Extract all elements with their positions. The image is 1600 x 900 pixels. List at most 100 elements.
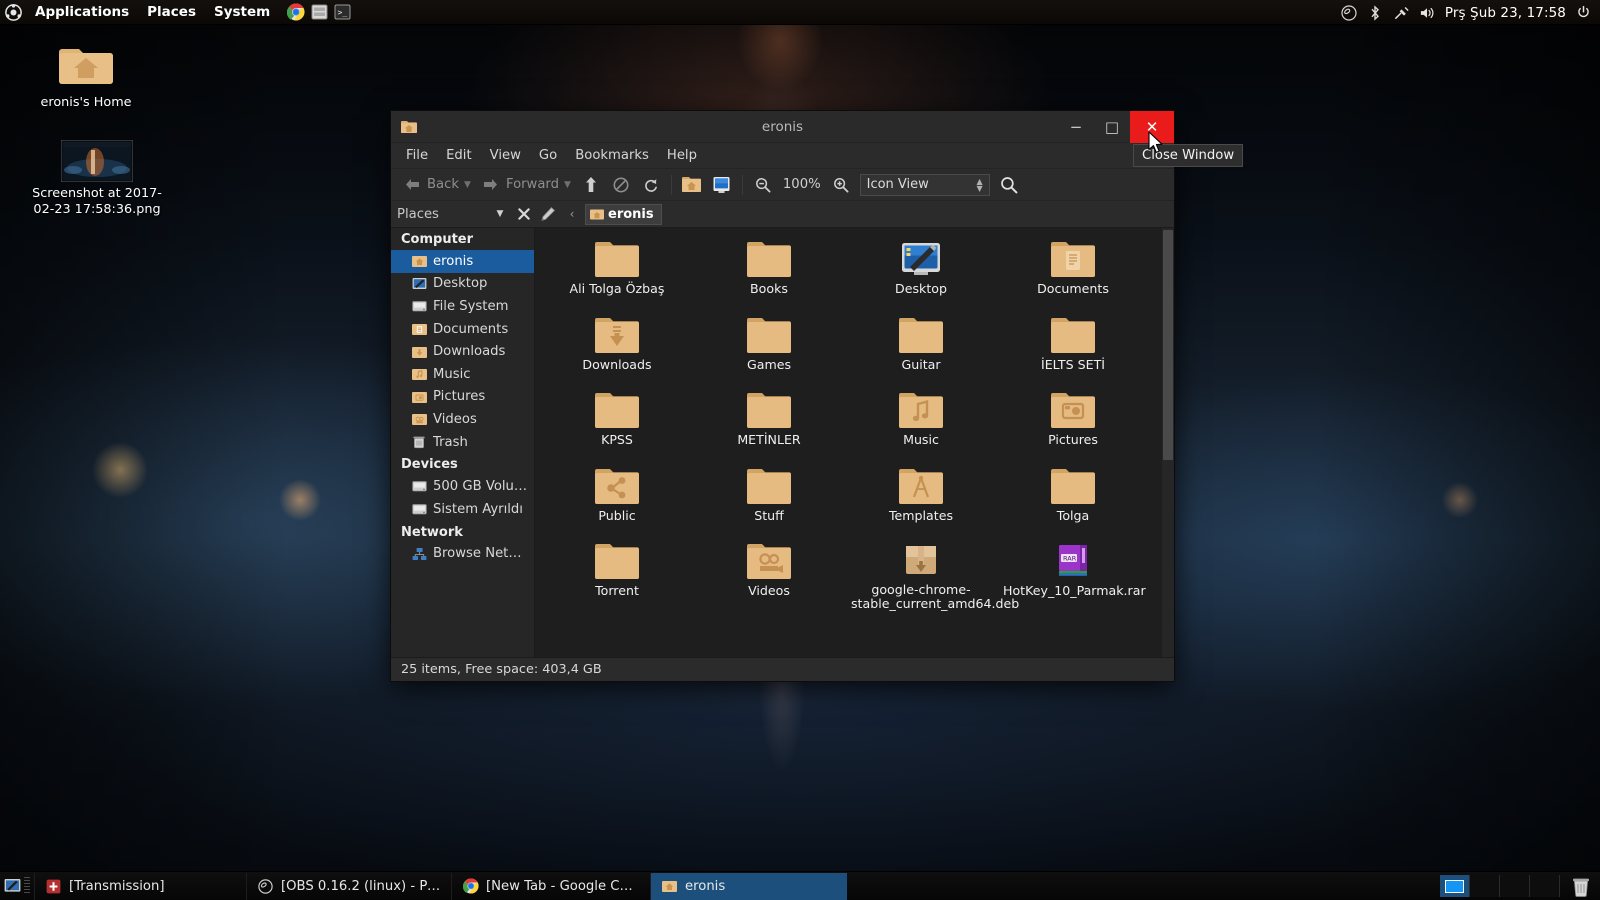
file-item[interactable]: Videos xyxy=(693,536,845,612)
sidebar-item-file-system[interactable]: File System xyxy=(391,295,534,318)
window-titlebar[interactable]: eronis − □ ✕ xyxy=(391,110,1174,143)
file-item[interactable]: Stuff xyxy=(693,461,845,537)
chevron-down-icon[interactable]: ▼ xyxy=(489,203,511,225)
menu-places[interactable]: Places xyxy=(138,0,205,25)
forward-button[interactable]: Forward ▼ xyxy=(476,172,576,198)
file-name: Ali Tolga Özbaş xyxy=(569,281,665,296)
chevron-left-icon[interactable]: ‹ xyxy=(561,203,583,225)
menu-edit[interactable]: Edit xyxy=(437,145,481,167)
terminal-launcher-icon[interactable]: >_ xyxy=(332,2,352,22)
maximize-button[interactable]: □ xyxy=(1094,111,1130,143)
file-item[interactable]: Games xyxy=(693,310,845,386)
sidebar-item-desktop[interactable]: Desktop xyxy=(391,273,534,296)
trash-icon[interactable] xyxy=(1568,873,1594,899)
file-item[interactable]: İELTS SETİ xyxy=(997,310,1149,386)
desktop-icon-label: Screenshot at 2017-02-23 17:58:36.png xyxy=(32,186,162,217)
power-button-icon[interactable] xyxy=(1575,4,1592,21)
volume-tray-icon[interactable] xyxy=(1419,4,1436,21)
breadcrumb-eronis[interactable]: eronis xyxy=(585,203,662,225)
obs-tray-icon[interactable] xyxy=(1341,4,1358,21)
menu-bookmarks[interactable]: Bookmarks xyxy=(566,145,658,167)
network-tray-icon[interactable] xyxy=(1393,4,1410,21)
up-button[interactable] xyxy=(576,172,606,198)
menu-go[interactable]: Go xyxy=(530,145,566,167)
file-name: Torrent xyxy=(595,583,639,598)
music-folder-icon xyxy=(899,389,943,431)
home-button[interactable] xyxy=(677,172,707,198)
stop-button[interactable] xyxy=(606,172,636,198)
mouse-cursor xyxy=(1148,131,1165,159)
file-item[interactable]: Desktop xyxy=(845,234,997,310)
workspace-1[interactable] xyxy=(1440,875,1470,897)
file-icon-view[interactable]: Ali Tolga Özbaş Books Desktop Documents … xyxy=(535,228,1174,657)
menu-system[interactable]: System xyxy=(205,0,279,25)
minimize-button[interactable]: − xyxy=(1058,111,1094,143)
file-item[interactable]: Pictures xyxy=(997,385,1149,461)
menu-applications[interactable]: Applications xyxy=(26,0,138,25)
folder-icon xyxy=(747,238,791,280)
view-mode-select[interactable]: Icon View ▲ ▼ xyxy=(859,173,990,196)
file-item[interactable]: Tolga xyxy=(997,461,1149,537)
task-chrome[interactable]: [New Tab - Google Chr… xyxy=(451,872,650,900)
file-item[interactable]: Torrent xyxy=(541,536,693,612)
back-button[interactable]: Back ▼ xyxy=(397,172,476,198)
clock[interactable]: Prş Şub 23, 17:58 xyxy=(1445,5,1566,21)
places-label[interactable]: Places xyxy=(397,207,487,222)
sidebar-item-pictures[interactable]: Pictures xyxy=(391,386,534,409)
file-item[interactable]: Guitar xyxy=(845,310,997,386)
zoom-in-button[interactable] xyxy=(826,172,856,198)
task-eronis[interactable]: eronis xyxy=(650,872,847,900)
task-transmission[interactable]: [Transmission] xyxy=(34,872,246,900)
file-item[interactable]: Music xyxy=(845,385,997,461)
file-item[interactable]: google-chrome-stable_current_amd64.deb xyxy=(845,536,1019,612)
file-item[interactable]: KPSS xyxy=(541,385,693,461)
home-icon xyxy=(682,175,702,195)
task-label: [New Tab - Google Chr… xyxy=(486,878,640,894)
sidebar-item-eronis[interactable]: eronis xyxy=(391,250,534,273)
chevron-down-icon[interactable]: ▼ xyxy=(564,180,571,190)
file-item[interactable]: Public xyxy=(541,461,693,537)
reload-button[interactable] xyxy=(636,172,666,198)
chrome-launcher-icon[interactable] xyxy=(286,2,306,22)
sidebar-header-computer: Computer xyxy=(401,232,474,247)
ubuntu-mate-logo-icon[interactable] xyxy=(0,0,26,25)
workspace-3[interactable] xyxy=(1500,875,1530,897)
file-item[interactable]: RAR HotKey_10_Parmak.rar xyxy=(997,536,1149,612)
file-item[interactable]: Templates xyxy=(845,461,997,537)
file-item[interactable]: METİNLER xyxy=(693,385,845,461)
pencil-icon[interactable] xyxy=(537,203,559,225)
computer-button[interactable] xyxy=(707,172,737,198)
bluetooth-tray-icon[interactable] xyxy=(1367,4,1384,21)
file-item[interactable]: Books xyxy=(693,234,845,310)
workspace-4[interactable] xyxy=(1530,875,1560,897)
file-item[interactable]: Downloads xyxy=(541,310,693,386)
sidebar-item-browse-network[interactable]: Browse Net… xyxy=(391,543,534,566)
sidebar-item-documents[interactable]: Documents xyxy=(391,318,534,341)
scrollbar-thumb[interactable] xyxy=(1163,230,1173,460)
sidebar-item-music[interactable]: Music xyxy=(391,363,534,386)
file-item[interactable]: Documents xyxy=(997,234,1149,310)
vertical-scrollbar[interactable] xyxy=(1162,228,1174,657)
menu-view[interactable]: View xyxy=(481,145,530,167)
task-obs[interactable]: [OBS 0.16.2 (linux) - Pr… xyxy=(246,872,451,900)
sidebar-item-sistem-ayrildi[interactable]: Sistem Ayrıldı xyxy=(391,498,534,521)
home-folder-desktop-icon[interactable]: eronis's Home xyxy=(18,40,154,110)
sidebar-item-trash[interactable]: Trash xyxy=(391,431,534,454)
menu-help[interactable]: Help xyxy=(658,145,706,167)
file-item[interactable]: Ali Tolga Özbaş xyxy=(541,234,693,310)
workspace-2[interactable] xyxy=(1470,875,1500,897)
panel-grip[interactable] xyxy=(24,877,30,895)
screenshot-file-desktop-icon[interactable]: Screenshot at 2017-02-23 17:58:36.png xyxy=(29,140,165,217)
workspace-switcher[interactable] xyxy=(1440,875,1560,897)
close-icon[interactable] xyxy=(513,203,535,225)
sidebar-item-500gb-volume[interactable]: 500 GB Volu… xyxy=(391,475,534,498)
search-button[interactable] xyxy=(994,172,1024,198)
menu-file[interactable]: File xyxy=(397,145,437,167)
chevron-down-icon[interactable]: ▼ xyxy=(464,180,471,190)
zoom-out-button[interactable] xyxy=(748,172,778,198)
reload-icon xyxy=(641,175,661,195)
file-manager-launcher-icon[interactable] xyxy=(309,2,329,22)
sidebar-item-videos[interactable]: Videos xyxy=(391,408,534,431)
show-desktop-icon[interactable] xyxy=(0,872,24,900)
sidebar-item-downloads[interactable]: Downloads xyxy=(391,340,534,363)
